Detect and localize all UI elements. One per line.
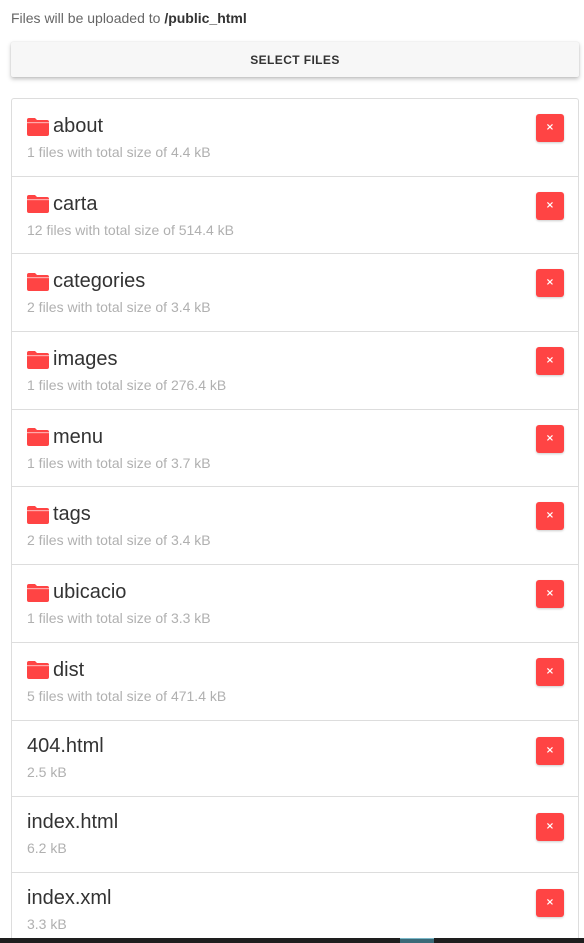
item-title: images — [27, 348, 117, 371]
item-title: categories — [27, 270, 145, 293]
item-meta: 1 files with total size of 3.3 kB — [27, 610, 211, 627]
item-name: index.html — [27, 810, 119, 833]
item-meta: 1 files with total size of 3.7 kB — [27, 454, 211, 471]
list-item-folder: dist 5 files with total size of 471.4 kB… — [12, 643, 578, 721]
item-name: ubicacio — [53, 581, 127, 604]
item-title: tags — [27, 503, 91, 526]
item-meta: 2 files with total size of 3.4 kB — [27, 532, 211, 549]
item-name: menu — [53, 425, 104, 448]
item-title: carta — [27, 193, 97, 216]
remove-button[interactable]: × — [536, 269, 564, 298]
remove-button[interactable]: × — [536, 191, 564, 220]
folder-icon — [27, 117, 49, 136]
item-meta: 5 files with total size of 471.4 kB — [27, 687, 227, 704]
item-title: menu — [27, 426, 103, 449]
upload-info-prefix: Files will be uploaded to — [11, 10, 161, 26]
remove-button[interactable]: × — [536, 812, 564, 841]
upload-destination-info: Files will be uploaded to /public_html — [11, 10, 247, 26]
remove-button[interactable]: × — [536, 502, 564, 531]
item-name: 404.html — [27, 734, 104, 757]
remove-button[interactable]: × — [536, 580, 564, 609]
item-title: dist — [27, 659, 84, 682]
folder-icon — [27, 583, 49, 602]
taskbar-item[interactable] — [400, 938, 434, 943]
list-item-file: index.html 6.2 kB × — [12, 797, 578, 874]
list-item-folder: carta 12 files with total size of 514.4 … — [12, 177, 578, 255]
list-item-folder: menu 1 files with total size of 3.7 kB × — [12, 410, 578, 488]
item-name: dist — [53, 658, 85, 681]
folder-icon — [27, 661, 49, 680]
item-meta: 2 files with total size of 3.4 kB — [27, 299, 211, 316]
list-item-file: 404.html 2.5 kB × — [12, 721, 578, 797]
item-name: about — [53, 115, 104, 137]
remove-button[interactable]: × — [536, 424, 564, 453]
folder-icon — [27, 272, 49, 291]
list-item-folder: images 1 files with total size of 276.4 … — [12, 332, 578, 410]
taskbar — [0, 938, 584, 943]
item-meta: 1 files with total size of 276.4 kB — [27, 377, 227, 394]
folder-icon — [27, 505, 49, 524]
item-name: categories — [53, 270, 146, 293]
item-title: about — [27, 115, 103, 138]
file-list: about 1 files with total size of 4.4 kB … — [11, 98, 579, 943]
list-item-folder: categories 2 files with total size of 3.… — [12, 254, 578, 333]
folder-icon — [27, 428, 49, 447]
remove-button[interactable]: × — [536, 736, 564, 765]
item-name: images — [53, 348, 118, 371]
folder-icon — [27, 195, 49, 214]
remove-button[interactable]: × — [536, 347, 564, 376]
item-title: index.xml — [27, 887, 111, 910]
item-name: index.xml — [27, 887, 112, 910]
list-item-file: index.xml 3.3 kB × — [12, 873, 578, 943]
list-item-folder: ubicacio 1 files with total size of 3.3 … — [12, 565, 578, 643]
item-meta: 1 files with total size of 4.4 kB — [27, 144, 211, 160]
item-meta: 3.3 kB — [27, 916, 67, 933]
remove-button[interactable]: × — [536, 889, 564, 918]
item-title: ubicacio — [27, 581, 126, 604]
item-meta: 2.5 kB — [27, 763, 67, 780]
upload-path: /public_html — [164, 10, 247, 26]
folder-icon — [27, 350, 49, 369]
select-files-button[interactable]: SELECT FILES — [11, 42, 579, 77]
item-name: tags — [53, 503, 91, 526]
item-name: carta — [53, 192, 98, 215]
item-meta: 6.2 kB — [27, 839, 67, 856]
item-meta: 12 files with total size of 514.4 kB — [27, 221, 234, 238]
list-item-folder: tags 2 files with total size of 3.4 kB × — [12, 487, 578, 566]
item-title: index.html — [27, 811, 118, 834]
remove-button[interactable]: × — [536, 657, 564, 686]
list-item-folder: about 1 files with total size of 4.4 kB … — [12, 99, 578, 177]
remove-button[interactable]: × — [536, 114, 564, 142]
item-title: 404.html — [27, 735, 104, 758]
upload-page: Files will be uploaded to /public_html S… — [0, 0, 584, 943]
